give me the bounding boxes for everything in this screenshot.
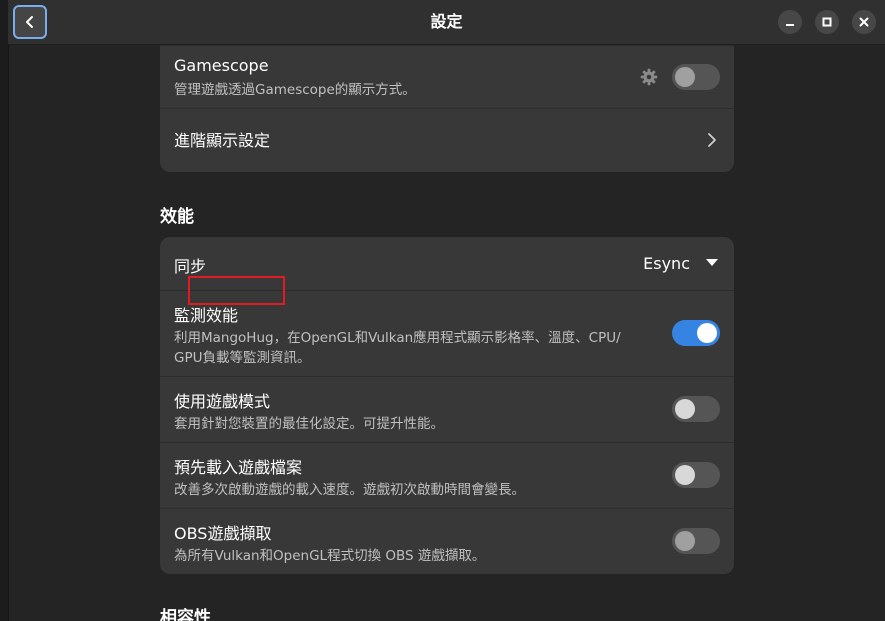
sync-row[interactable]: 同步 Esync <box>160 237 734 291</box>
obs-capture-toggle[interactable] <box>672 528 720 554</box>
game-mode-toggle[interactable] <box>672 396 720 422</box>
compatibility-heading: 相容性 <box>160 608 211 621</box>
close-icon <box>859 17 869 27</box>
obs-capture-title: OBS遊戲擷取 <box>174 524 272 543</box>
sync-title: 同步 <box>174 257 207 276</box>
toggle-knob <box>675 531 695 551</box>
close-button[interactable] <box>852 10 876 34</box>
advanced-display-row[interactable]: 進階顯示設定 <box>160 109 734 172</box>
performance-heading: 效能 <box>160 207 194 227</box>
gamescope-row[interactable]: Gamescope 管理遊戲透過Gamescope的顯示方式。 <box>160 46 734 109</box>
dropdown-arrow-icon[interactable] <box>706 259 718 267</box>
header-bar: 設定 <box>8 0 885 45</box>
display-settings-card: Gamescope 管理遊戲透過Gamescope的顯示方式。 進階顯示設定 <box>160 45 734 172</box>
window-title: 設定 <box>430 12 463 31</box>
chevron-right-icon <box>708 133 716 147</box>
maximize-button[interactable] <box>815 10 839 34</box>
toggle-knob <box>697 323 717 343</box>
preload-toggle[interactable] <box>672 462 720 488</box>
toggle-knob <box>675 465 695 485</box>
gamescope-title: Gamescope <box>174 56 269 75</box>
monitor-performance-subtitle-line2: GPU負載等監測資訊。 <box>174 350 311 366</box>
toggle-knob <box>675 67 695 87</box>
monitor-performance-row[interactable]: 監測效能 利用MangoHug，在OpenGL和Vulkan應用程式顯示影格率、… <box>160 291 734 377</box>
monitor-performance-toggle[interactable] <box>672 320 720 346</box>
advanced-display-title: 進階顯示設定 <box>174 131 271 150</box>
sync-value[interactable]: Esync <box>643 254 690 273</box>
preload-row[interactable]: 預先載入遊戲檔案 改善多次啟動遊戲的載入速度。遊戲初次啟動時間會變長。 <box>160 443 734 509</box>
minimize-button[interactable] <box>778 10 802 34</box>
preload-subtitle: 改善多次啟動遊戲的載入速度。遊戲初次啟動時間會變長。 <box>174 482 525 498</box>
obs-capture-subtitle: 為所有Vulkan和OpenGL程式切換 OBS 遊戲擷取。 <box>174 548 486 564</box>
game-mode-subtitle: 套用針對您裝置的最佳化設定。可提升性能。 <box>174 416 444 432</box>
gear-icon[interactable] <box>640 68 658 86</box>
monitor-performance-subtitle-line1: 利用MangoHug，在OpenGL和Vulkan應用程式顯示影格率、溫度、CP… <box>174 330 621 346</box>
monitor-performance-title: 監測效能 <box>174 306 239 325</box>
game-mode-row[interactable]: 使用遊戲模式 套用針對您裝置的最佳化設定。可提升性能。 <box>160 377 734 443</box>
maximize-icon <box>822 17 832 27</box>
obs-capture-row[interactable]: OBS遊戲擷取 為所有Vulkan和OpenGL程式切換 OBS 遊戲擷取。 <box>160 509 734 574</box>
game-mode-title: 使用遊戲模式 <box>174 392 271 411</box>
settings-scroll-area[interactable]: Gamescope 管理遊戲透過Gamescope的顯示方式。 進階顯示設定 效… <box>8 45 885 621</box>
preload-title: 預先載入遊戲檔案 <box>174 458 303 477</box>
gamescope-subtitle: 管理遊戲透過Gamescope的顯示方式。 <box>174 82 416 98</box>
performance-card: 同步 Esync 監測效能 利用MangoHug，在OpenGL和Vulkan應… <box>160 237 734 574</box>
gamescope-toggle[interactable] <box>672 64 720 90</box>
minimize-icon <box>786 24 794 26</box>
toggle-knob <box>675 399 695 419</box>
